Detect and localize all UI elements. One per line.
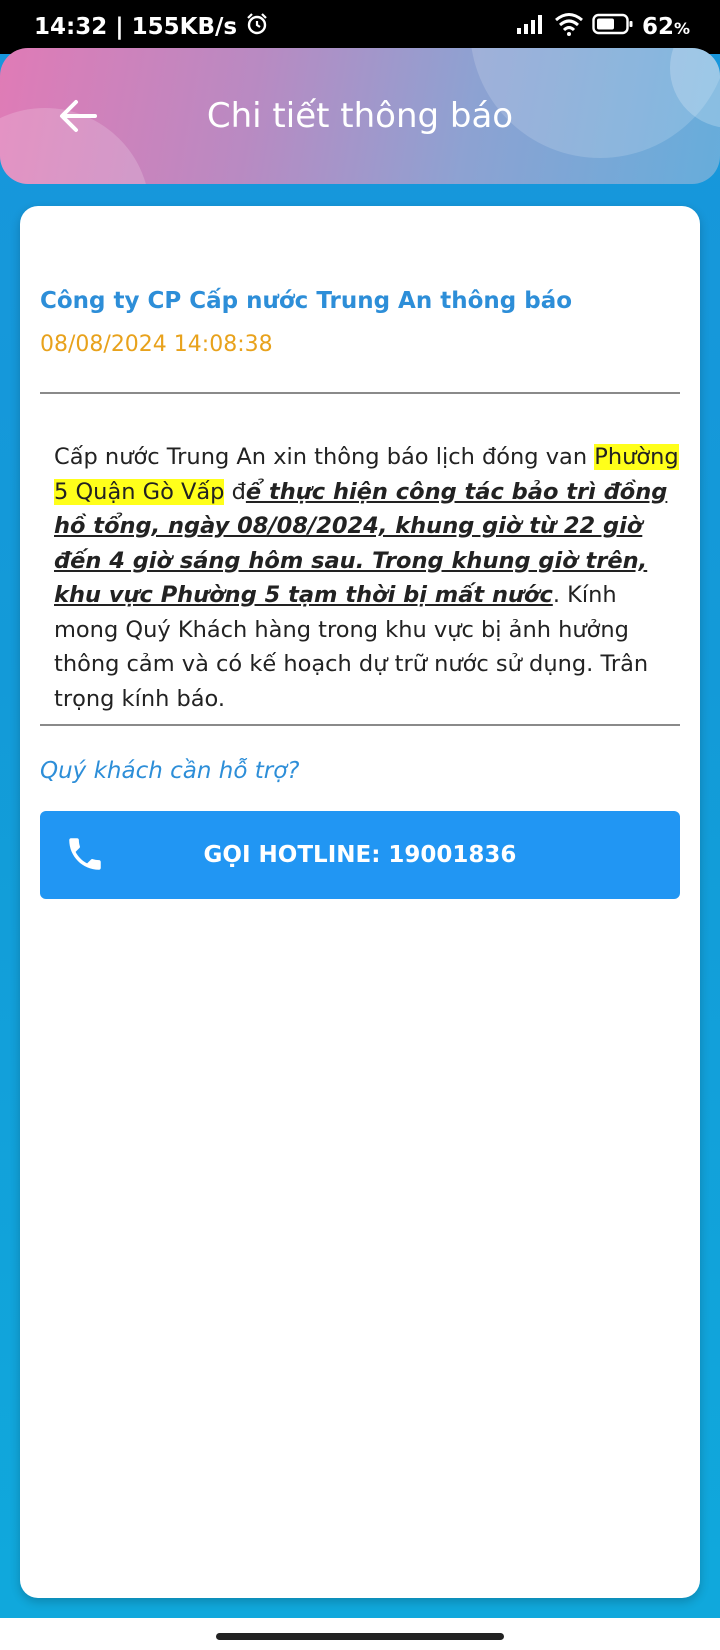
notification-sender: Công ty CP Cấp nước Trung An thông báo [40, 288, 573, 314]
phone-icon [69, 838, 101, 870]
notification-message: Cấp nước Trung An xin thông báo lịch đón… [54, 440, 684, 716]
back-button[interactable] [54, 96, 102, 136]
status-speed: | 155KB/s [115, 14, 238, 40]
alarm-icon [245, 12, 269, 42]
message-text: đ [224, 478, 246, 505]
arrow-left-icon [60, 100, 97, 132]
hotline-label: GỌI HOTLINE: 19001836 [203, 842, 517, 868]
divider [40, 392, 680, 394]
notification-card: Công ty CP Cấp nước Trung An thông báo 0… [20, 206, 700, 1598]
status-left: 14:32 | 155KB/s [34, 12, 269, 42]
support-question: Quý khách cần hỗ trợ? [40, 758, 300, 784]
app-header: Chi tiết thông báo [0, 48, 720, 184]
notification-date: 08/08/2024 14:08:38 [40, 332, 273, 357]
wifi-icon [554, 12, 584, 42]
signal-icon [516, 13, 546, 41]
battery-icon [592, 12, 634, 42]
divider [40, 724, 680, 726]
status-right: 62% [516, 12, 690, 42]
call-hotline-button[interactable]: GỌI HOTLINE: 19001836 [40, 811, 680, 899]
page-title: Chi tiết thông báo [206, 96, 514, 136]
message-text: Cấp nước Trung An xin thông báo lịch đón… [54, 444, 595, 470]
status-bar: 14:32 | 155KB/s 62% [0, 0, 720, 54]
battery-percent: 62% [641, 14, 690, 40]
status-time: 14:32 [34, 14, 108, 40]
home-indicator[interactable] [216, 1633, 504, 1640]
